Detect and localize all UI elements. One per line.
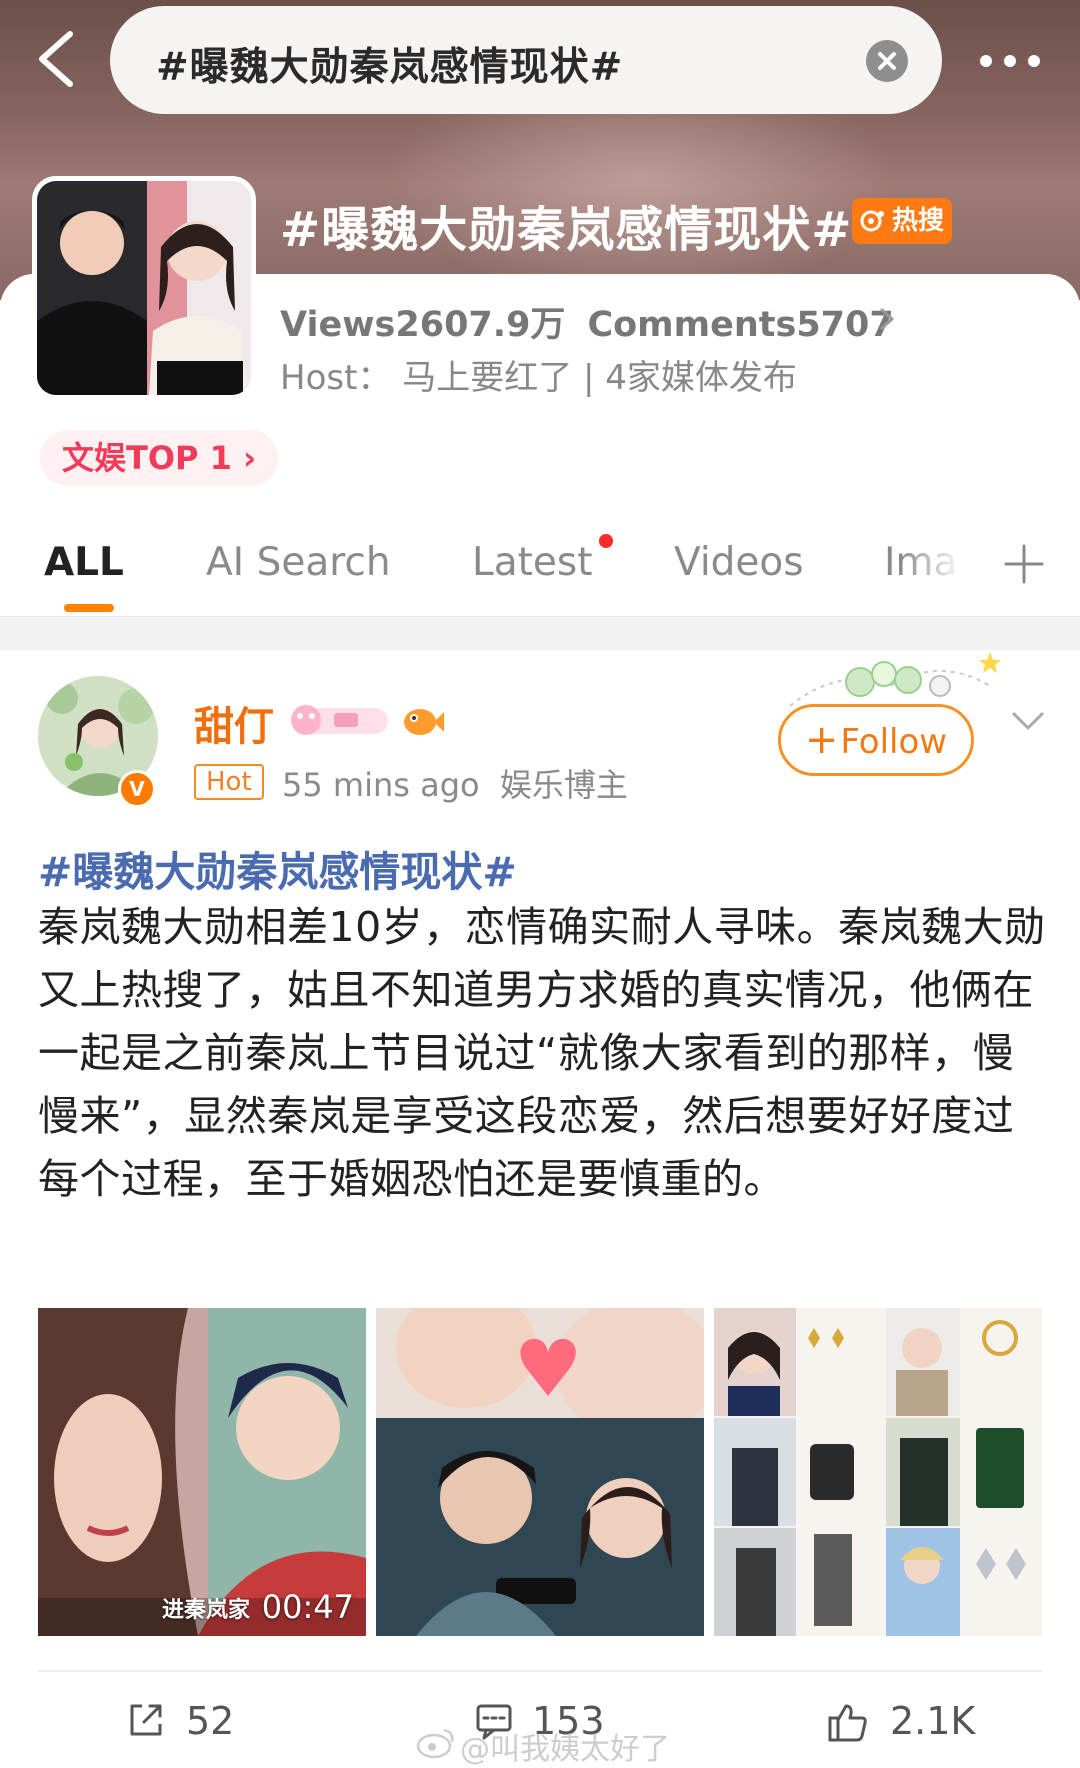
like-button[interactable]: 2.1K	[826, 1696, 1006, 1752]
clear-search-button[interactable]	[866, 40, 908, 82]
more-options-button[interactable]	[978, 44, 1042, 78]
post-image-3[interactable]	[714, 1308, 1042, 1636]
video-thumbnail-image	[38, 1308, 366, 1636]
hot-search-icon	[860, 210, 884, 232]
more-dots-icon	[1004, 55, 1016, 67]
topic-host-line[interactable]: Host： 马上要红了 | 4家媒体发布	[280, 350, 797, 399]
repost-icon	[130, 1704, 162, 1736]
fish-badge-icon	[404, 709, 444, 735]
verified-badge: V	[118, 770, 156, 808]
more-dots-icon	[1028, 55, 1040, 67]
clear-circle-icon	[878, 52, 896, 70]
video-watermark: 进秦岚家	[162, 1598, 251, 1623]
tab-videos[interactable]: Videos	[674, 540, 804, 585]
actions-divider	[38, 1670, 1042, 1672]
post-body-text: 秦岚魏大勋相差10岁，恋情确实耐人寻味。秦岚魏大勋又上热搜了，姑且不知道男方求婚…	[38, 903, 1046, 1203]
hot-search-badge: 热搜	[852, 198, 952, 244]
plus-icon[interactable]	[1000, 540, 1048, 588]
post-topic-link[interactable]: #曝魏大勋秦岚感情现状#	[38, 838, 517, 898]
active-tab-indicator	[64, 604, 114, 612]
video-duration: 00:47	[261, 1588, 354, 1626]
chevron-left-icon	[39, 31, 73, 87]
video-thumbnail[interactable]: 进秦岚家 00:47	[38, 1308, 366, 1636]
post-category: 娱乐博主	[499, 766, 628, 804]
search-query-text[interactable]: #曝魏大勋秦岚感情现状#	[156, 36, 623, 92]
repost-count: 52	[186, 1699, 235, 1743]
post-image-2[interactable]	[376, 1308, 704, 1636]
thumbs-up-icon	[828, 1704, 867, 1742]
ranking-badge[interactable]: 文娱TOP 1 ›	[40, 430, 279, 486]
follow-label: Follow	[840, 722, 948, 762]
plus-icon: +	[804, 717, 839, 763]
topic-cover-image[interactable]	[32, 176, 256, 400]
repost-button[interactable]: 52	[126, 1696, 256, 1752]
hot-search-label: 热搜	[892, 206, 945, 236]
section-separator	[0, 616, 1080, 650]
topic-stats[interactable]: Views2607.9万 Comments5707	[280, 296, 894, 347]
comments-count: Comments5707	[587, 305, 894, 345]
views-count: Views2607.9万	[280, 305, 566, 345]
new-content-dot	[599, 534, 613, 548]
like-count: 2.1K	[890, 1699, 976, 1743]
post-meta: 55 mins ago 娱乐博主	[282, 760, 628, 806]
post-image-3-photo	[714, 1308, 1042, 1636]
chevron-right-icon[interactable]	[876, 302, 898, 336]
search-bar[interactable]: #曝魏大勋秦岚感情现状#	[110, 6, 942, 114]
more-dots-icon	[980, 55, 992, 67]
tab-ai-search[interactable]: AI Search	[206, 540, 391, 585]
tabs-fade-overlay	[900, 520, 990, 610]
back-button[interactable]	[28, 26, 88, 92]
post-image-2-photo	[376, 1308, 704, 1636]
hot-tag: Hot	[194, 764, 264, 800]
topic-title: #曝魏大勋秦岚感情现状#	[280, 202, 853, 258]
follow-button[interactable]: +Follow	[778, 704, 974, 776]
username[interactable]: 甜仃	[194, 694, 274, 752]
tab-all[interactable]: ALL	[44, 540, 124, 585]
post-time: 55 mins ago	[282, 766, 480, 804]
image-watermark: @叫我姨太好了	[460, 1732, 670, 1767]
topic-cover-photo	[37, 181, 251, 395]
chevron-down-icon[interactable]	[1008, 706, 1048, 736]
weibo-logo-icon	[416, 1728, 454, 1759]
fan-level-badge-icon	[291, 705, 388, 735]
tab-latest[interactable]: Latest	[472, 540, 593, 585]
